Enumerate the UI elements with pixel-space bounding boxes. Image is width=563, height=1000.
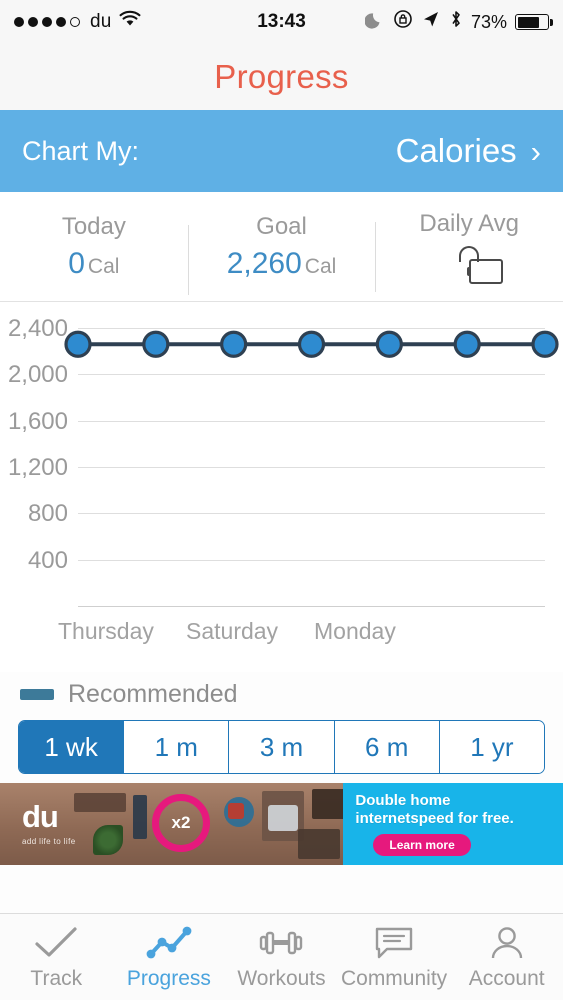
line-chart-icon [146,923,192,961]
ad-headline: Double home internetspeed for free. [355,792,514,827]
ad-x2-badge: x2 [152,794,210,852]
bluetooth-icon [449,9,463,35]
chart-data-point[interactable] [220,330,248,358]
stat-unit: Cal [87,254,120,278]
stat-today: Today 0 Cal [0,213,188,281]
status-bar-left: du [14,10,142,34]
legend-label: Recommended [68,679,238,708]
chart-series-recommended [64,330,559,358]
stat-number: 2,260 [226,246,302,280]
chart-metric-value-group: Calories › [396,132,541,170]
ad-image-panel: x2 du add life to life [0,783,348,865]
chart-data-point[interactable] [453,330,481,358]
tab-label: Workouts [237,967,326,990]
check-icon [33,923,79,961]
navigation-bar: Progress [0,44,563,110]
chart-x-tick-label: Saturday [186,618,279,644]
stat-unit: Cal [304,254,337,278]
chart-legend: Recommended [0,672,563,716]
moon-icon [364,9,385,35]
stat-value: 0 Cal [0,247,188,281]
battery-percent: 73% [470,11,507,32]
wifi-icon [118,10,142,34]
tab-account[interactable]: Account [450,923,563,991]
chart-metric-selector[interactable]: Chart My: Calories › [0,110,563,192]
ad-brand-logo: du [22,799,59,834]
ad-plant-decoration [93,825,123,855]
chart-data-point[interactable] [142,330,170,358]
status-bar-right: 73% [364,9,553,35]
chart-area: 2,400 2,000 1,600 1,200 800 400 Thursday Satur… [0,302,563,672]
signal-dot [56,17,66,27]
tab-label: Progress [126,967,211,990]
ad-text-panel: Double home internetspeed for free. Lear… [343,783,563,865]
stat-label: Today [61,212,126,240]
location-arrow-icon [421,9,441,35]
range-option-1m[interactable]: 1 m [124,721,230,773]
stat-goal: Goal 2,260 Cal [187,212,376,295]
range-selector[interactable]: 1 wk 1 m3 m6 m1 yr [18,720,545,774]
tab-progress[interactable]: Progress [113,923,226,991]
chart-data-point[interactable] [64,330,92,358]
tab-label: Track [30,967,83,990]
chart-x-tick-label: Thursday [58,618,154,644]
range-option-1wk[interactable]: 1 wk [19,721,125,773]
lock-icon[interactable] [452,245,504,284]
status-bar: du 13:43 73% [0,0,563,44]
chart-metric-label: Chart My: [22,135,140,166]
stat-daily-avg: Daily Avg [375,209,563,292]
chart-metric-value: Calories [395,132,517,169]
battery-icon [515,14,553,30]
signal-dot [14,17,24,27]
page-title: Progress [214,58,349,95]
dumbbell-icon [258,923,304,961]
chevron-right-icon: › [530,133,541,169]
tab-label: Account [468,967,545,990]
signal-dot [70,17,80,27]
range-option-3m[interactable]: 3 m [229,721,335,773]
chart-plot: 2,400 2,000 1,600 1,200 800 400 [0,310,563,610]
signal-strength-dots [14,17,80,27]
range-selector-wrap: 1 wk 1 m3 m6 m1 yr [0,716,563,774]
range-option-6m[interactable]: 6 m [334,721,440,773]
ad-tagline: add life to life [22,837,76,846]
signal-dot [42,17,52,27]
chart-x-tick-label: Monday [314,618,396,644]
ad-cta-button[interactable]: Learn more [373,834,471,856]
app-root: du 13:43 73% Progress Chart My: Calories… [0,0,563,1000]
stat-value: 2,260 Cal [188,247,376,281]
tab-community[interactable]: Community [338,923,451,991]
stats-row: Today 0 Cal Goal 2,260 Cal Daily Avg [0,192,563,302]
stat-label: Goal [256,212,307,240]
chart-data-point[interactable] [297,330,326,358]
chart-data-point[interactable] [531,330,559,358]
chart-data-point[interactable] [375,330,403,358]
stat-label: Daily Avg [419,209,519,237]
legend-swatch [20,688,54,700]
range-option-1yr[interactable]: 1 yr [439,721,544,773]
person-icon [484,923,530,961]
rotation-lock-icon [393,9,413,35]
tab-label: Community [340,967,448,990]
speech-bubble-icon [371,923,417,961]
chart-x-axis-labels: Thursday Saturday Monday [0,618,563,648]
tab-workouts[interactable]: Workouts [225,923,338,991]
carrier-name: du [90,11,112,32]
signal-dot [28,17,38,27]
bottom-tab-bar: Track Progress Workouts Community Account [0,913,563,1000]
stat-number: 0 [68,246,85,280]
advertisement-banner[interactable]: x2 du add life to life Double home inter… [0,783,563,865]
tab-track[interactable]: Track [0,923,113,991]
